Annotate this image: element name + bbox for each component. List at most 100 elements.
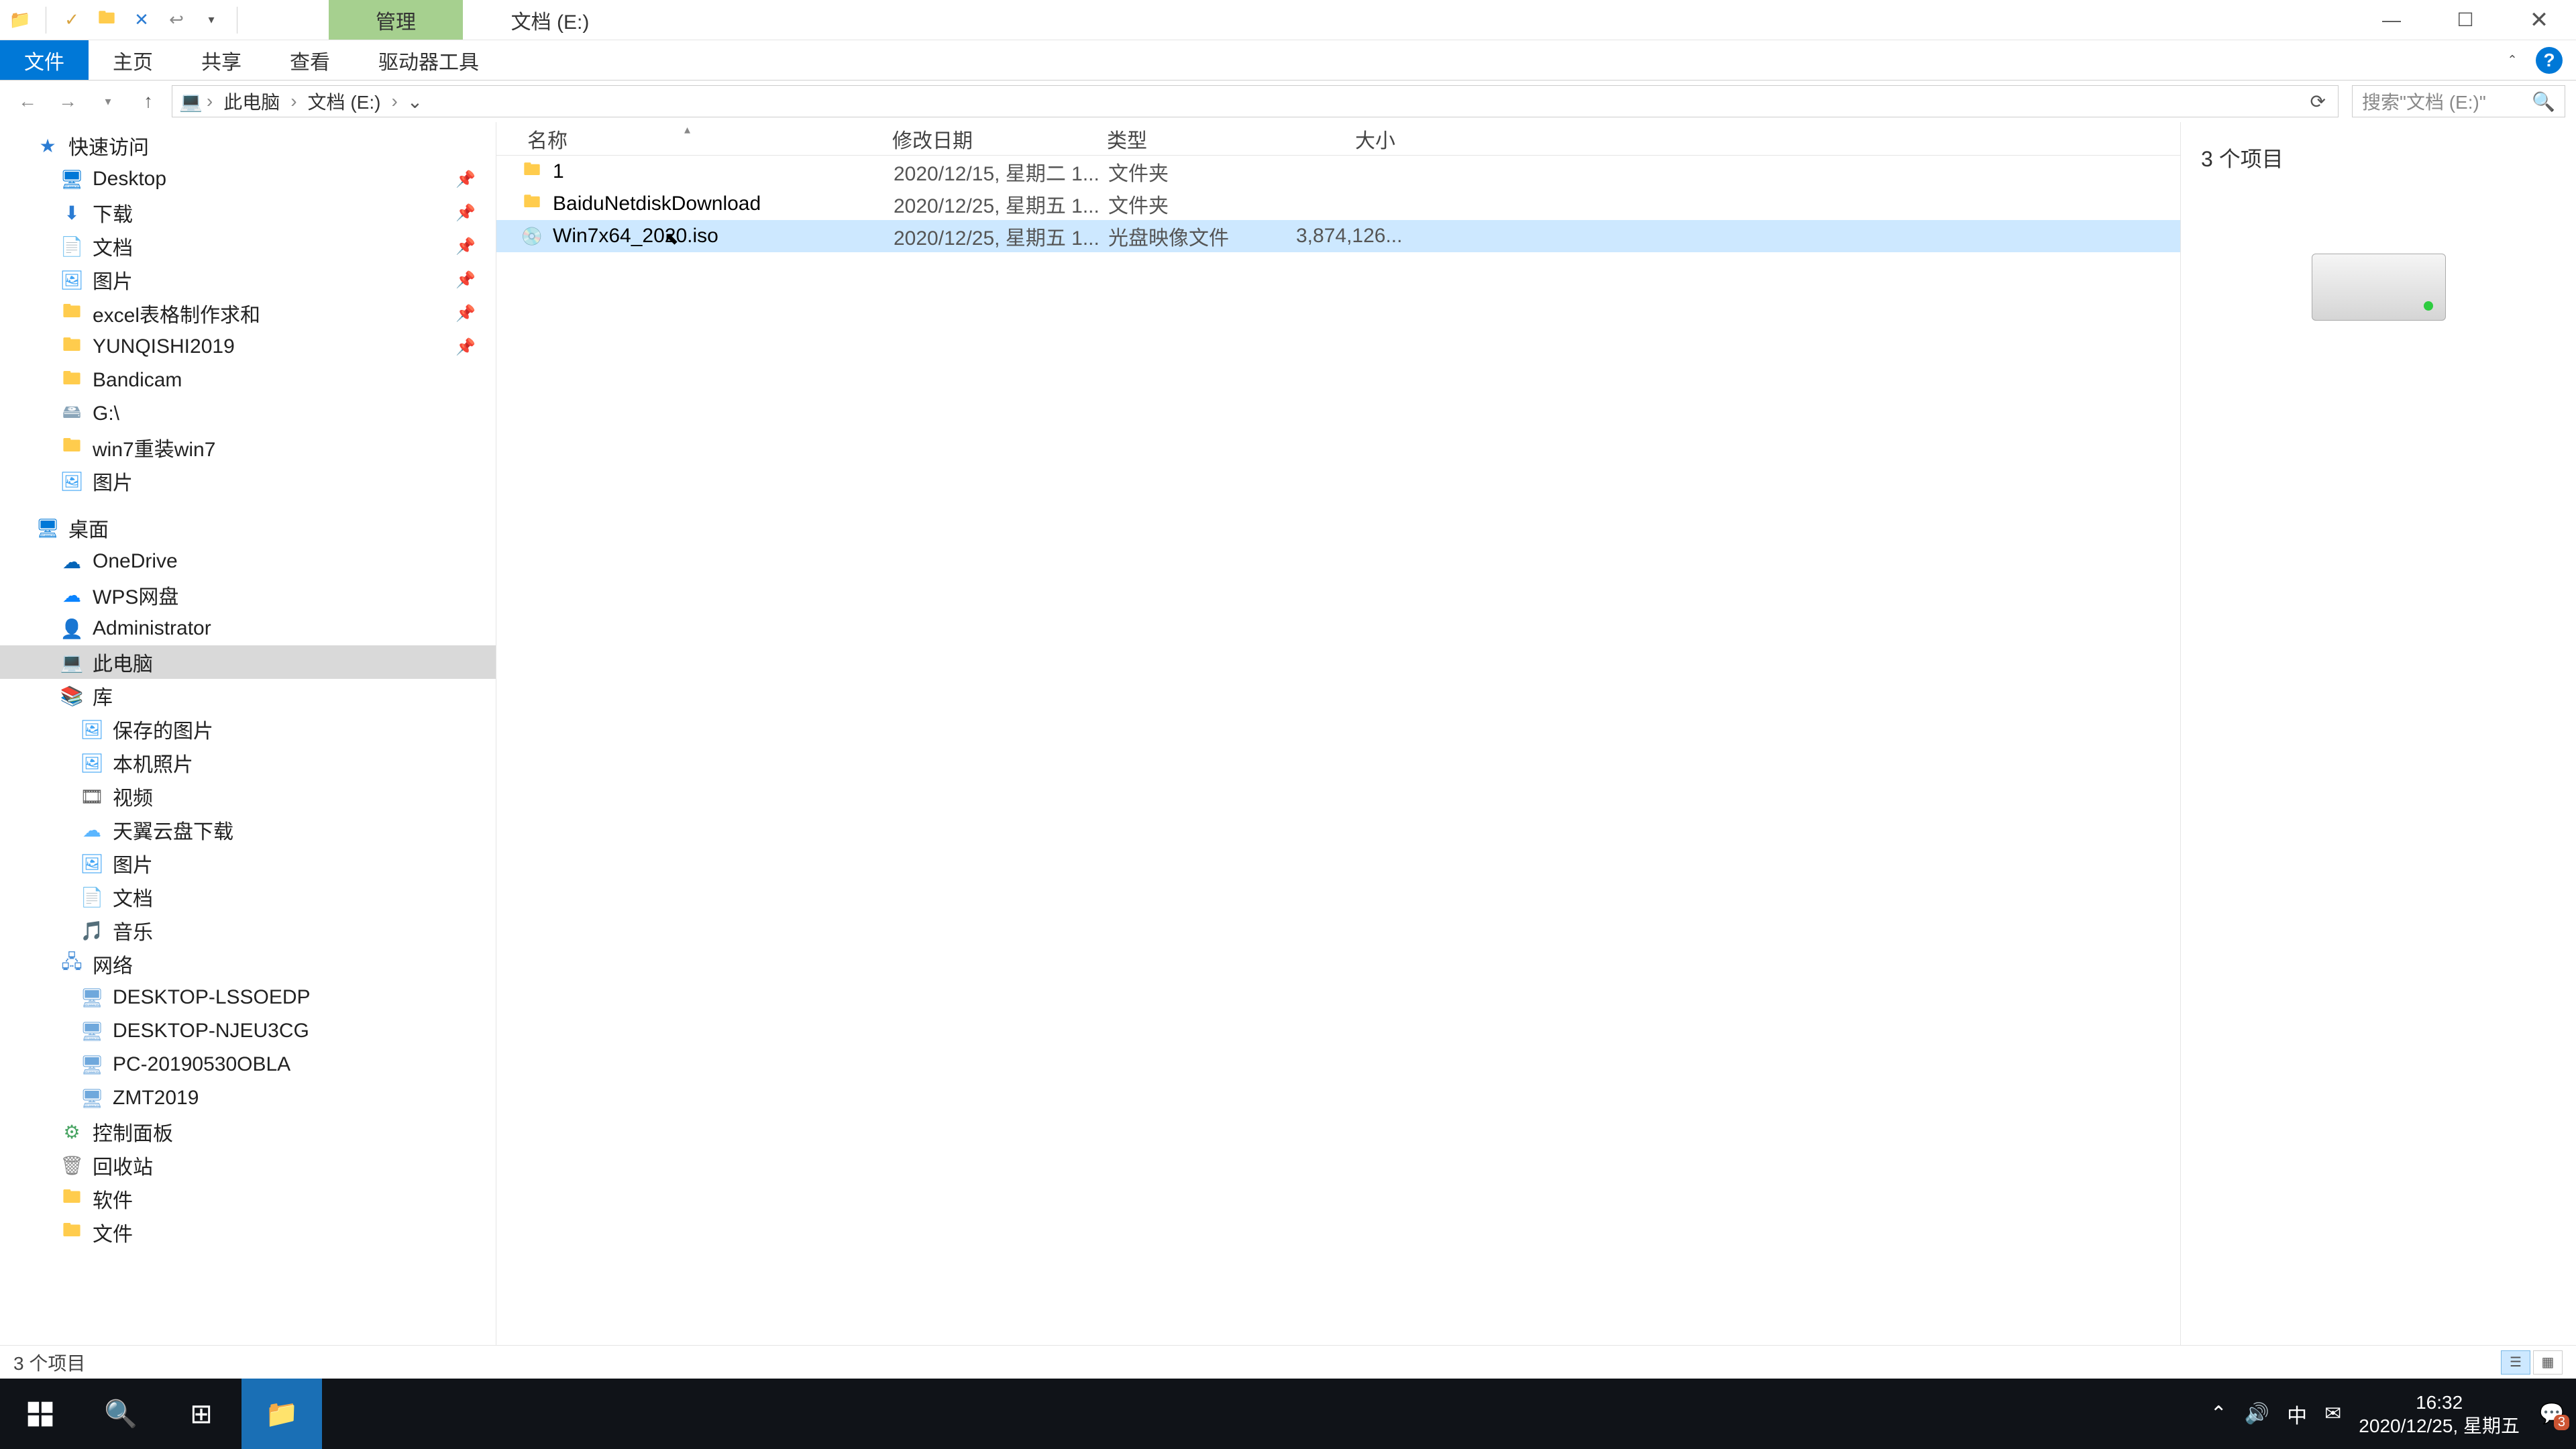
tree-quick-access[interactable]: ★ 快速访问 [0,129,496,162]
tree-item-network-pc[interactable]: 🖥DESKTOP-NJEU3CG [0,1014,496,1048]
column-header-type[interactable]: 类型 [1107,124,1295,154]
column-header-size[interactable]: 大小 [1295,124,1415,154]
ime-indicator[interactable]: 中 [2287,1399,2307,1429]
up-button[interactable]: ↑ [131,85,165,118]
tree-item-folder[interactable]: 🖿软件 [0,1182,496,1216]
ribbon-tab-home[interactable]: 主页 [89,40,177,80]
tree-item-pictures[interactable]: 🖼图片📌 [0,263,496,297]
tree-item-control-panel[interactable]: ⚙控制面板 [0,1115,496,1148]
file-row[interactable]: 🖿 BaiduNetdiskDownload 2020/12/25, 星期五 1… [496,188,2180,220]
recent-locations-icon[interactable]: ▾ [91,85,125,118]
action-center-icon[interactable]: 💬3 [2537,1399,2567,1429]
contextual-tab-manage[interactable]: 管理 [329,0,463,40]
tray-overflow-icon[interactable]: ⌃ [2210,1402,2227,1426]
breadcrumb-drive[interactable]: 文档 (E:) [301,88,388,115]
qat-dropdown-icon[interactable]: ▾ [198,7,225,34]
tree-item-onedrive[interactable]: ☁OneDrive [0,545,496,578]
tree-item-wps[interactable]: ☁WPS网盘 [0,578,496,612]
titlebar: 📁 ✓ 🖿 ✕ ↩ ▾ 管理 文档 (E:) — ☐ ✕ [0,0,2576,40]
forward-button[interactable]: → [51,85,85,118]
column-header-name[interactable]: 名称▴ [496,124,892,154]
breadcrumb-pc[interactable]: 此电脑 [217,88,286,115]
drive-thumbnail [2312,254,2446,321]
tree-label: OneDrive [93,550,178,573]
start-button[interactable] [0,1379,80,1449]
tree-item-folder[interactable]: 🖿文件 [0,1216,496,1249]
tree-item-folder[interactable]: 🖿win7重装win7 [0,431,496,464]
close-button[interactable]: ✕ [2502,0,2576,40]
view-details-button[interactable]: ☰ [2501,1350,2530,1375]
tree-item-documents[interactable]: 📄文档📌 [0,229,496,263]
ribbon-tab-share[interactable]: 共享 [177,40,266,80]
search-button[interactable]: 🔍 [80,1379,161,1449]
qat-properties-icon[interactable]: ✓ [58,7,85,34]
task-view-button[interactable]: ⊞ [161,1379,241,1449]
navigation-bar: ← → ▾ ↑ 💻 › 此电脑 › 文档 (E:) › ⌄ ⟳ 搜索"文档 (E… [0,80,2576,122]
document-icon: 📄 [60,235,83,258]
address-dropdown-icon[interactable]: ⌄ [402,91,428,113]
help-icon[interactable]: ? [2536,47,2563,74]
tree-item-network-pc[interactable]: 🖥PC-20190530OBLA [0,1048,496,1081]
taskbar-app-explorer[interactable]: 📁 [241,1379,322,1449]
search-input[interactable]: 搜索"文档 (E:)" 🔍 [2352,85,2565,117]
crumb-sep-icon[interactable]: › [290,91,297,112]
file-row[interactable]: 🖿 1 2020/12/15, 星期二 1... 文件夹 [496,156,2180,188]
tree-item-recycle-bin[interactable]: 🗑回收站 [0,1148,496,1182]
tree-item-folder[interactable]: 🖿YUNQISHI2019📌 [0,330,496,364]
tree-label: Desktop [93,168,166,191]
folder-icon: 🖿 [521,193,543,215]
maximize-button[interactable]: ☐ [2428,0,2502,40]
tree-desktop-root[interactable]: 🖥桌面 [0,511,496,545]
crumb-sep-icon[interactable]: › [391,91,397,112]
file-row[interactable]: 💿 Win7x64_2020.iso 2020/12/25, 星期五 1... … [496,220,2180,252]
tree-item-library[interactable]: 🖼保存的图片 [0,712,496,746]
tree-item-library[interactable]: 🖼本机照片 [0,746,496,780]
back-button[interactable]: ← [11,85,44,118]
tree-label: Administrator [93,617,211,640]
tree-item-library[interactable]: 🖼图片 [0,847,496,880]
folder-icon: 🖿 [60,369,83,392]
column-header-date[interactable]: 修改日期 [892,124,1107,154]
pin-icon: 📌 [455,304,476,323]
ribbon-tab-view[interactable]: 查看 [266,40,354,80]
window-title: 文档 (E:) [463,0,637,40]
tree-item-downloads[interactable]: ⬇下载📌 [0,196,496,229]
clock[interactable]: 16:32 2020/12/25, 星期五 [2359,1391,2520,1438]
tree-item-network-pc[interactable]: 🖥ZMT2019 [0,1081,496,1115]
tree-item-network-pc[interactable]: 🖥DESKTOP-LSSOEDP [0,981,496,1014]
tree-item-network[interactable]: 🖧网络 [0,947,496,981]
tree-label: 图片 [93,265,133,294]
qat-undo-icon[interactable]: ↩ [163,7,190,34]
file-list[interactable]: 名称▴ 修改日期 类型 大小 🖿 1 2020/12/15, 星期二 1... … [496,122,2180,1345]
tree-item-desktop[interactable]: 🖥Desktop📌 [0,162,496,196]
tree-item-folder[interactable]: 🖿Bandicam [0,364,496,397]
search-icon[interactable]: 🔍 [2532,91,2555,113]
ribbon-tab-file[interactable]: 文件 [0,40,89,80]
ribbon-tab-drive-tools[interactable]: 驱动器工具 [354,40,503,80]
refresh-icon[interactable]: ⟳ [2305,91,2331,113]
qat-delete-icon[interactable]: ✕ [128,7,155,34]
tree-item-library[interactable]: 🎵音乐 [0,914,496,947]
clock-time: 16:32 [2359,1391,2520,1414]
crumb-sep-icon[interactable]: › [207,91,213,112]
ribbon-collapse-icon[interactable]: ⌃ [2502,50,2522,70]
tree-item-library[interactable]: ☁天翼云盘下载 [0,813,496,847]
navigation-pane[interactable]: ★ 快速访问 🖥Desktop📌 ⬇下载📌 📄文档📌 🖼图片📌 🖿excel表格… [0,122,496,1345]
view-icons-button[interactable]: ▦ [2533,1350,2563,1375]
tree-label: DESKTOP-LSSOEDP [113,986,311,1009]
tree-item-folder[interactable]: 🖿excel表格制作求和📌 [0,297,496,330]
volume-icon[interactable]: 🔊 [2245,1402,2269,1426]
minimize-button[interactable]: — [2355,0,2428,40]
address-bar[interactable]: 💻 › 此电脑 › 文档 (E:) › ⌄ ⟳ [172,85,2339,117]
sort-asc-icon: ▴ [684,123,690,137]
tree-item-user[interactable]: 👤Administrator [0,612,496,645]
computer-icon: 🖥 [80,1053,103,1076]
tree-item-folder[interactable]: 🖼图片 [0,464,496,498]
tray-app-icon[interactable]: ✉ [2324,1402,2341,1426]
tree-item-drive[interactable]: 🖴G:\ [0,397,496,431]
tree-item-libraries[interactable]: 📚库 [0,679,496,712]
qat-newfolder-icon[interactable]: 🖿 [93,7,120,34]
tree-item-this-pc[interactable]: 💻此电脑 [0,645,496,679]
tree-item-library[interactable]: 🎞视频 [0,780,496,813]
tree-item-library[interactable]: 📄文档 [0,880,496,914]
